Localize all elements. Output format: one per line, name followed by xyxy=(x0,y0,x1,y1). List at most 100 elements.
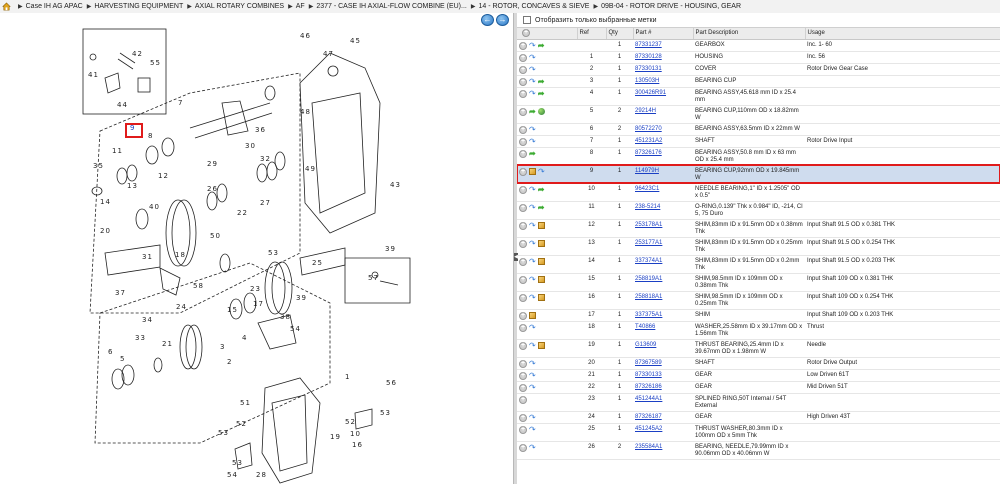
callout-label[interactable]: 53 xyxy=(268,249,279,257)
callout-label[interactable]: 44 xyxy=(117,101,128,109)
expand-icon[interactable]: + xyxy=(519,275,527,284)
package-icon[interactable] xyxy=(529,168,536,175)
callout-label[interactable]: 9 xyxy=(130,124,135,132)
callout-label[interactable]: 17 xyxy=(253,300,264,308)
part-number-link[interactable]: 451244A1 xyxy=(633,393,693,412)
table-row[interactable]: + ↷ ➦ 3 1 130503H BEARING CUP xyxy=(517,75,1000,88)
callout-label[interactable]: 1 xyxy=(345,373,350,381)
callout-label[interactable]: 8 xyxy=(148,132,153,140)
callout-label[interactable]: 22 xyxy=(237,209,248,217)
table-row[interactable]: + ↷ 26 2 235584A1 BEARING, NEEDLE,79.99mm ID … xyxy=(517,441,1000,460)
breadcrumb-label[interactable]: AXIAL ROTARY COMBINES xyxy=(195,3,284,10)
callout-label[interactable]: 53 xyxy=(218,429,229,437)
green-arrow-icon[interactable]: ➦ xyxy=(538,203,545,212)
breadcrumb-label[interactable]: HARVESTING EQUIPMENT xyxy=(94,3,183,10)
callout-label[interactable]: 57 xyxy=(368,274,379,282)
callout-label[interactable]: 30 xyxy=(245,142,256,150)
callout-label[interactable]: 54 xyxy=(227,471,238,479)
table-row[interactable]: + ↷ ➦ 4 1 300426R91 BEARING ASSY,45.618 mm ID … xyxy=(517,87,1000,106)
expand-icon[interactable]: + xyxy=(519,65,527,74)
part-number-link[interactable]: 114979H xyxy=(633,165,693,184)
expand-icon[interactable]: + xyxy=(519,341,527,350)
table-row[interactable]: +17 1 337375A1 SHIM Input Shaft 109 OD x 0.2… xyxy=(517,309,1000,322)
expand-icon[interactable]: + xyxy=(519,221,527,230)
callout-label[interactable]: 52 xyxy=(345,418,356,426)
info-arrow-icon[interactable]: ↷ xyxy=(529,257,536,266)
info-arrow-icon[interactable]: ↷ xyxy=(529,371,536,380)
table-row[interactable]: + ↷ 19 1 G13609 THRUST BEARING,25.4mm ID x 39… xyxy=(517,339,1000,358)
callout-label[interactable]: 38 xyxy=(280,313,291,321)
expand-icon[interactable]: + xyxy=(519,107,527,116)
expand-icon[interactable]: + xyxy=(519,413,527,422)
table-row[interactable]: + ↷ 24 1 87326187 GEAR High Driven 43T xyxy=(517,411,1000,424)
expand-icon[interactable]: + xyxy=(519,257,527,266)
table-row[interactable]: + ↷ 1 1 87330128 HOUSING Inc. 56 xyxy=(517,51,1000,64)
part-number-link[interactable]: 87330133 xyxy=(633,369,693,382)
info-arrow-icon[interactable]: ↷ xyxy=(529,65,536,74)
expand-icon[interactable]: + xyxy=(519,89,527,98)
info-arrow-icon[interactable]: ↷ xyxy=(538,167,545,176)
info-arrow-icon[interactable]: ↷ xyxy=(529,203,536,212)
callout-label[interactable]: 49 xyxy=(305,165,316,173)
callout-label[interactable]: 40 xyxy=(149,203,160,211)
part-number-link[interactable]: 80572270 xyxy=(633,123,693,136)
callout-label[interactable]: 28 xyxy=(256,471,267,479)
expand-icon[interactable]: + xyxy=(519,239,527,248)
breadcrumb-item[interactable]: ▶ 2377 - CASE IH AXIAL-FLOW COMBINE (EU).… xyxy=(305,3,467,10)
callout-label[interactable]: 5 xyxy=(120,355,125,363)
callout-label[interactable]: 13 xyxy=(127,182,138,190)
callout-label[interactable]: 23 xyxy=(250,285,261,293)
callout-label[interactable]: 4 xyxy=(242,334,247,342)
callout-label[interactable]: 47 xyxy=(323,50,334,58)
callout-label[interactable]: 53 xyxy=(232,459,243,467)
part-number-link[interactable]: 238-5214 xyxy=(633,201,693,220)
part-number-link[interactable]: 258818A1 xyxy=(633,291,693,310)
expand-icon[interactable]: + xyxy=(519,395,527,404)
callout-label[interactable]: 7 xyxy=(178,99,183,107)
info-arrow-icon[interactable]: ↷ xyxy=(529,323,536,332)
green-arrow-icon[interactable]: ➦ xyxy=(538,185,545,194)
callout-label[interactable]: 39 xyxy=(385,245,396,253)
table-row[interactable]: + ↷ 9 1 114979H BEARING CUP,92mm OD x 19.845m… xyxy=(517,164,1000,184)
breadcrumb-item[interactable]: ▶ Case IH AG APAC xyxy=(14,3,83,10)
table-row[interactable]: + ↷ 13 1 253177A1 SHIM,83mm ID x 91.5mm OD x … xyxy=(517,237,1000,256)
green-arrow-icon[interactable]: ➦ xyxy=(538,89,545,98)
callout-label[interactable]: 29 xyxy=(207,160,218,168)
expand-icon[interactable]: + xyxy=(519,425,527,434)
table-row[interactable]: + ↷ 12 1 253178A1 SHIM,83mm ID x 91.5mm OD x … xyxy=(517,219,1000,238)
table-row[interactable]: + ↷ 16 1 258818A1 SHIM,98.5mm ID x 109mm OD x… xyxy=(517,291,1000,310)
callout-label[interactable]: 54 xyxy=(290,325,301,333)
callout-label[interactable]: 51 xyxy=(240,399,251,407)
column-header[interactable]: Part # xyxy=(633,28,694,40)
part-number-link[interactable]: T40866 xyxy=(633,321,693,340)
column-header[interactable]: Part Description xyxy=(693,28,806,40)
part-number-link[interactable]: 87331237 xyxy=(633,39,693,52)
info-arrow-icon[interactable]: ↷ xyxy=(529,383,536,392)
package-icon[interactable] xyxy=(537,342,545,349)
callout-label[interactable]: 27 xyxy=(260,199,271,207)
breadcrumb-item[interactable]: ▶ 14 - ROTOR, CONCAVES & SIEVE xyxy=(467,3,590,10)
callout-label[interactable]: 16 xyxy=(352,441,363,449)
info-arrow-icon[interactable]: ↷ xyxy=(529,53,536,62)
callout-label[interactable]: 11 xyxy=(112,147,123,155)
info-arrow-icon[interactable]: ↷ xyxy=(529,413,536,422)
callout-label[interactable]: 42 xyxy=(132,50,143,58)
expand-icon[interactable]: + xyxy=(519,371,527,380)
table-row[interactable]: + ↷ 18 1 T40866 WASHER,25.58mm ID x 39.17mm O… xyxy=(517,321,1000,340)
callout-label[interactable]: 35 xyxy=(93,162,104,170)
globe-icon[interactable] xyxy=(537,108,545,115)
expand-icon[interactable]: + xyxy=(519,125,527,134)
green-arrow-icon[interactable]: ➦ xyxy=(538,41,545,50)
breadcrumb-label[interactable]: AF xyxy=(296,3,305,10)
breadcrumb-label[interactable]: 14 - ROTOR, CONCAVES & SIEVE xyxy=(478,3,589,10)
callout-label[interactable]: 48 xyxy=(300,108,311,116)
info-arrow-icon[interactable]: ↷ xyxy=(529,41,536,50)
table-row[interactable]: + ↷ 22 1 87326186 GEAR Mid Driven 51T xyxy=(517,381,1000,394)
callout-label[interactable]: 45 xyxy=(350,37,361,45)
info-arrow-icon[interactable]: ↷ xyxy=(529,293,536,302)
callout-label[interactable]: 20 xyxy=(100,227,111,235)
breadcrumb-item[interactable]: ▶ HARVESTING EQUIPMENT xyxy=(83,3,184,10)
exploded-diagram-pane[interactable]: ← → 9 41 44 42 55 7 46 45 47 48 49 43 36… xyxy=(0,13,513,484)
info-arrow-icon[interactable]: ↷ xyxy=(529,77,536,86)
table-row[interactable]: + ↷ 21 1 87330133 GEAR Low Driven 61T xyxy=(517,369,1000,382)
